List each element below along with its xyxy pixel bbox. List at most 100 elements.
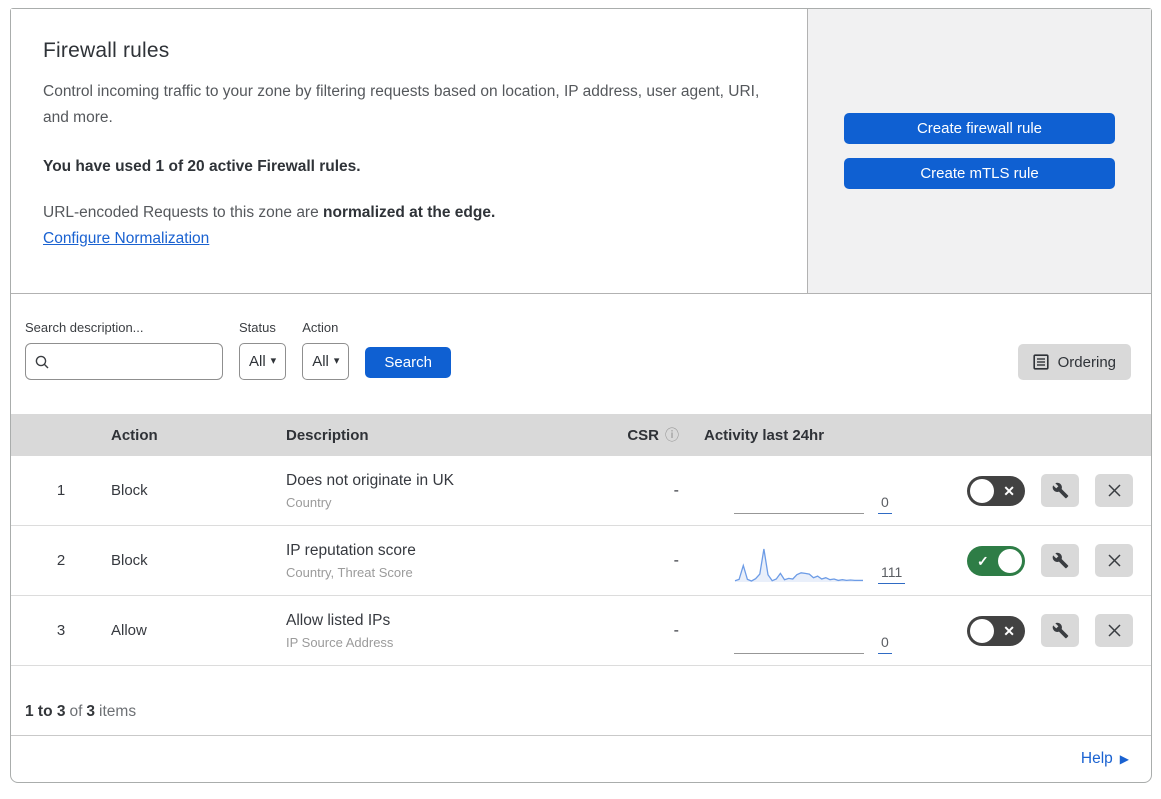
status-filter-group: Status All ▾ [239, 320, 287, 380]
filter-bar: Search description... Status All ▾ Actio… [11, 294, 1151, 414]
status-label: Status [239, 320, 276, 335]
search-filter-group: Search description... [25, 320, 223, 380]
rule-description-cell: Allow listed IPs IP Source Address [286, 612, 606, 650]
rule-description-cell: Does not originate in UK Country [286, 472, 606, 510]
rule-activity-cell: 111 [691, 526, 946, 595]
rule-csr: - [673, 481, 679, 499]
rule-action: Allow [111, 622, 147, 639]
pagination-total: 3 [86, 703, 96, 720]
page-title: Firewall rules [43, 39, 170, 62]
configure-normalization-link[interactable]: Configure Normalization [43, 230, 209, 247]
create-mtls-rule-button[interactable]: Create mTLS rule [844, 158, 1115, 189]
search-box [25, 343, 223, 380]
header-section: Firewall rules Control incoming traffic … [11, 9, 1151, 294]
usage-summary: You have used 1 of 20 active Firewall ru… [43, 157, 361, 175]
help-row: Help ▶ [11, 735, 1151, 782]
search-label: Search description... [25, 320, 144, 335]
chevron-down-icon: ▾ [270, 355, 277, 367]
rule-controls: ✓ ✕ [946, 614, 1151, 647]
help-link[interactable]: Help ▶ [1081, 750, 1129, 768]
toggle-knob [998, 548, 1022, 573]
action-dropdown[interactable]: All ▾ [302, 343, 350, 380]
action-filter-group: Action All ▾ [302, 320, 350, 380]
pagination-items: items [99, 703, 137, 720]
rule-description: Does not originate in UK [286, 471, 455, 489]
check-icon: ✓ [977, 552, 989, 569]
normalization-note-bold: normalized at the edge. [323, 203, 496, 221]
toggle-knob [970, 618, 994, 643]
rule-description-cell: IP reputation score Country, Threat Scor… [286, 542, 606, 580]
edit-rule-button[interactable] [1041, 544, 1079, 577]
column-action: Action [111, 426, 158, 444]
ordering-button-label: Ordering [1057, 353, 1116, 371]
rule-enabled-toggle[interactable]: ✓ ✕ [967, 475, 1025, 506]
ordering-button[interactable]: Ordering [1017, 344, 1131, 380]
activity-sparkline [734, 615, 864, 654]
rule-enabled-toggle[interactable]: ✓ ✕ [967, 545, 1025, 576]
rule-action: Block [111, 482, 148, 499]
toggle-knob [970, 478, 994, 503]
ordering-icon [1033, 354, 1049, 370]
help-arrow-icon: ▶ [1119, 752, 1129, 766]
column-csr: CSR ⓘ [606, 425, 691, 445]
pagination-of: of [69, 703, 83, 720]
rule-description: IP reputation score [286, 541, 416, 559]
table-row: 1 Block Does not originate in UK Country… [11, 456, 1151, 526]
rule-controls: ✓ ✕ [946, 474, 1151, 507]
column-activity: Activity last 24hr [704, 426, 825, 444]
x-icon: ✕ [1003, 622, 1015, 639]
rule-enabled-toggle[interactable]: ✓ ✕ [967, 615, 1025, 646]
create-firewall-rule-button[interactable]: Create firewall rule [844, 113, 1115, 144]
activity-count-link[interactable]: 111 [878, 564, 906, 584]
rule-controls: ✓ ✕ [946, 544, 1151, 577]
rule-priority: 3 [56, 622, 66, 639]
close-icon [1107, 624, 1121, 637]
rule-action: Block [111, 552, 148, 569]
table-header: Action Description CSR ⓘ Activity last 24… [11, 414, 1151, 456]
pagination-range: 1 to 3 [25, 703, 66, 720]
search-input[interactable] [56, 353, 214, 370]
actions-panel: Create firewall rule Create mTLS rule [808, 9, 1151, 293]
rule-description: Allow listed IPs [286, 611, 391, 629]
table-row: 3 Allow Allow listed IPs IP Source Addre… [11, 596, 1151, 666]
column-description: Description [286, 426, 369, 444]
rule-fields: Country, Threat Score [286, 564, 413, 580]
delete-rule-button[interactable] [1095, 614, 1133, 647]
delete-rule-button[interactable] [1095, 544, 1133, 577]
close-icon [1107, 484, 1121, 497]
help-link-label: Help [1080, 750, 1113, 767]
firewall-rules-page: Firewall rules Control incoming traffic … [10, 8, 1152, 783]
rule-csr: - [673, 621, 679, 639]
pagination-summary: 1 to 3 of 3 items [11, 666, 1151, 735]
rule-priority: 2 [56, 552, 66, 569]
edit-rule-button[interactable] [1041, 614, 1079, 647]
rule-fields: IP Source Address [286, 634, 394, 650]
activity-sparkline [734, 544, 864, 584]
x-icon: ✕ [1003, 482, 1015, 499]
rule-activity-cell: 0 [691, 456, 946, 525]
chevron-down-icon: ▾ [333, 355, 340, 367]
normalization-note: URL-encoded Requests to this zone are no… [43, 204, 763, 222]
status-dropdown-value: All [249, 353, 266, 370]
table-body: 1 Block Does not originate in UK Country… [11, 456, 1151, 666]
activity-sparkline [734, 475, 864, 514]
intro-card: Firewall rules Control incoming traffic … [11, 9, 808, 293]
search-icon [35, 355, 49, 368]
wrench-icon [1052, 482, 1068, 499]
rules-table: Action Description CSR ⓘ Activity last 24… [11, 414, 1151, 666]
delete-rule-button[interactable] [1095, 474, 1133, 507]
action-dropdown-value: All [312, 353, 329, 370]
rule-priority: 1 [56, 482, 66, 499]
action-label: Action [302, 320, 339, 335]
wrench-icon [1052, 552, 1068, 569]
activity-count-link[interactable]: 0 [878, 494, 892, 514]
status-dropdown[interactable]: All ▾ [239, 343, 287, 380]
info-icon[interactable]: ⓘ [665, 427, 679, 443]
activity-count-link[interactable]: 0 [878, 634, 892, 654]
rule-csr: - [673, 551, 679, 569]
edit-rule-button[interactable] [1041, 474, 1079, 507]
search-button[interactable]: Search [365, 347, 451, 378]
table-row: 2 Block IP reputation score Country, Thr… [11, 526, 1151, 596]
wrench-icon [1052, 622, 1068, 639]
page-description: Control incoming traffic to your zone by… [43, 83, 760, 127]
